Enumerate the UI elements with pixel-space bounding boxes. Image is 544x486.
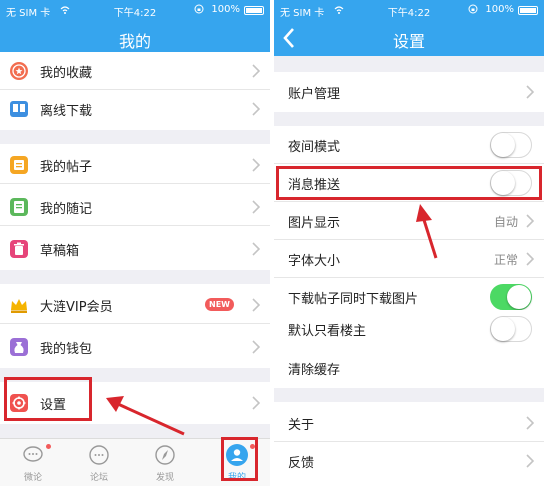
chat-bubble-icon: [23, 446, 43, 462]
settings-group-3: 清除缓存: [274, 348, 544, 388]
status-bar: 无 SIM 卡 下午4:22 100%: [0, 0, 270, 20]
wallet-bag-icon: [10, 338, 28, 356]
menu-group-1: 我的收藏 离线下载: [0, 52, 270, 130]
toggle-knob: [491, 133, 515, 157]
setting-label: 默认只看楼主: [288, 324, 367, 339]
menu-group-2: 我的帖子 我的随记 草稿箱: [0, 144, 270, 270]
notes-icon: [10, 198, 28, 216]
battery-percent: 100%: [211, 4, 240, 15]
annotation-arrow: [106, 396, 185, 436]
chevron-right-icon: [252, 102, 260, 116]
setting-font-size[interactable]: 字体大小 正常: [274, 240, 544, 278]
chevron-right-icon: [526, 416, 534, 430]
menu-item-label: 我的钱包: [40, 342, 93, 357]
posts-icon: [10, 156, 28, 174]
page-title: 设置: [392, 32, 425, 51]
settings-group-1: 账户管理: [274, 72, 544, 112]
settings-highlight-box: [4, 377, 92, 421]
setting-label: 清除缓存: [288, 363, 341, 378]
chevron-right-icon: [252, 64, 260, 78]
settings-group-2: 夜间模式 消息推送 图片显示 自动 字体大小 正常 下载帖子同时下载图片 默认只…: [274, 126, 544, 348]
chevron-right-icon: [252, 396, 260, 410]
tab-discover[interactable]: 发现: [132, 439, 198, 486]
menu-group-3: 大涟VIP会员 NEW 我的钱包: [0, 284, 270, 368]
menu-item-label: 我的收藏: [40, 66, 93, 81]
mine-tab-highlight-box: [221, 437, 258, 481]
chevron-right-icon: [252, 340, 260, 354]
chevron-right-icon: [252, 242, 260, 256]
tab-label: 发现: [155, 473, 174, 483]
chevron-right-icon: [526, 252, 534, 266]
setting-label: 关于: [288, 418, 315, 433]
menu-item-drafts[interactable]: 草稿箱: [0, 230, 270, 268]
star-icon: [10, 62, 28, 80]
chevron-right-icon: [526, 214, 534, 228]
push-notifications-highlight-box: [276, 166, 542, 200]
battery-icon: [518, 6, 538, 15]
rotation-lock-icon: [194, 4, 204, 14]
left-phone-screen: 无 SIM 卡 下午4:22 100% 我的 我的收藏 离线下载 我的帖子 我的…: [0, 0, 270, 486]
tab-weilun[interactable]: 微论: [0, 439, 66, 486]
setting-label: 反馈: [288, 456, 315, 471]
tab-forum[interactable]: 论坛: [66, 439, 132, 486]
setting-label: 账户管理: [288, 87, 341, 102]
setting-label: 图片显示: [288, 216, 341, 231]
nav-bar: 设置: [274, 20, 544, 56]
setting-only-op[interactable]: 默认只看楼主: [274, 310, 544, 348]
night-mode-toggle[interactable]: [490, 132, 532, 158]
tab-label: 论坛: [89, 473, 108, 483]
chevron-right-icon: [526, 85, 534, 99]
forum-icon: [89, 445, 109, 465]
menu-item-label: 大涟VIP会员: [40, 300, 113, 315]
download-images-toggle[interactable]: [490, 284, 532, 310]
menu-item-my-posts[interactable]: 我的帖子: [0, 146, 270, 184]
page-title: 我的: [118, 32, 151, 51]
toggle-knob: [491, 317, 515, 341]
annotation-arrow: [416, 204, 438, 259]
setting-label: 下载帖子同时下载图片: [288, 292, 419, 307]
setting-clear-cache[interactable]: 清除缓存: [274, 349, 544, 387]
settings-group-4: 关于 反馈: [274, 402, 544, 486]
menu-item-label: 我的随记: [40, 202, 93, 217]
menu-item-offline-download[interactable]: 离线下载: [0, 90, 270, 128]
battery-percent: 100%: [485, 4, 514, 15]
chevron-right-icon: [252, 298, 260, 312]
menu-item-label: 我的帖子: [40, 160, 93, 175]
status-bar: 无 SIM 卡 下午4:22 100%: [274, 0, 544, 20]
battery-icon: [244, 6, 264, 15]
tab-label: 微论: [23, 473, 42, 483]
only-op-toggle[interactable]: [490, 316, 532, 342]
setting-value: 自动: [493, 215, 518, 229]
setting-account-management[interactable]: 账户管理: [274, 73, 544, 111]
rotation-lock-icon: [468, 4, 478, 14]
setting-night-mode[interactable]: 夜间模式: [274, 126, 544, 164]
setting-about[interactable]: 关于: [274, 404, 544, 442]
trash-icon: [10, 240, 28, 258]
menu-item-vip[interactable]: 大涟VIP会员 NEW: [0, 286, 270, 324]
nav-bar: 我的: [0, 20, 270, 56]
download-book-icon: [10, 101, 28, 117]
menu-item-my-notes[interactable]: 我的随记: [0, 188, 270, 226]
setting-label: 字体大小: [288, 254, 341, 269]
new-badge: NEW: [205, 298, 234, 311]
right-phone-screen: 无 SIM 卡 下午4:22 100% 设置 账户管理 夜间模式 消息推送 图片…: [274, 0, 544, 486]
menu-item-label: 草稿箱: [40, 244, 80, 259]
setting-label: 夜间模式: [288, 140, 341, 155]
menu-item-wallet[interactable]: 我的钱包: [0, 328, 270, 366]
menu-item-label: 离线下载: [40, 104, 93, 119]
chevron-right-icon: [252, 200, 260, 214]
notification-dot: [46, 444, 51, 449]
setting-value: 正常: [493, 253, 518, 267]
chevron-right-icon: [526, 454, 534, 468]
compass-icon: [155, 445, 175, 465]
menu-item-favorites[interactable]: 我的收藏: [0, 52, 270, 90]
toggle-knob: [507, 285, 531, 309]
crown-icon: [11, 299, 27, 313]
chevron-right-icon: [252, 158, 260, 172]
setting-image-display[interactable]: 图片显示 自动: [274, 202, 544, 240]
setting-feedback[interactable]: 反馈: [274, 442, 544, 480]
